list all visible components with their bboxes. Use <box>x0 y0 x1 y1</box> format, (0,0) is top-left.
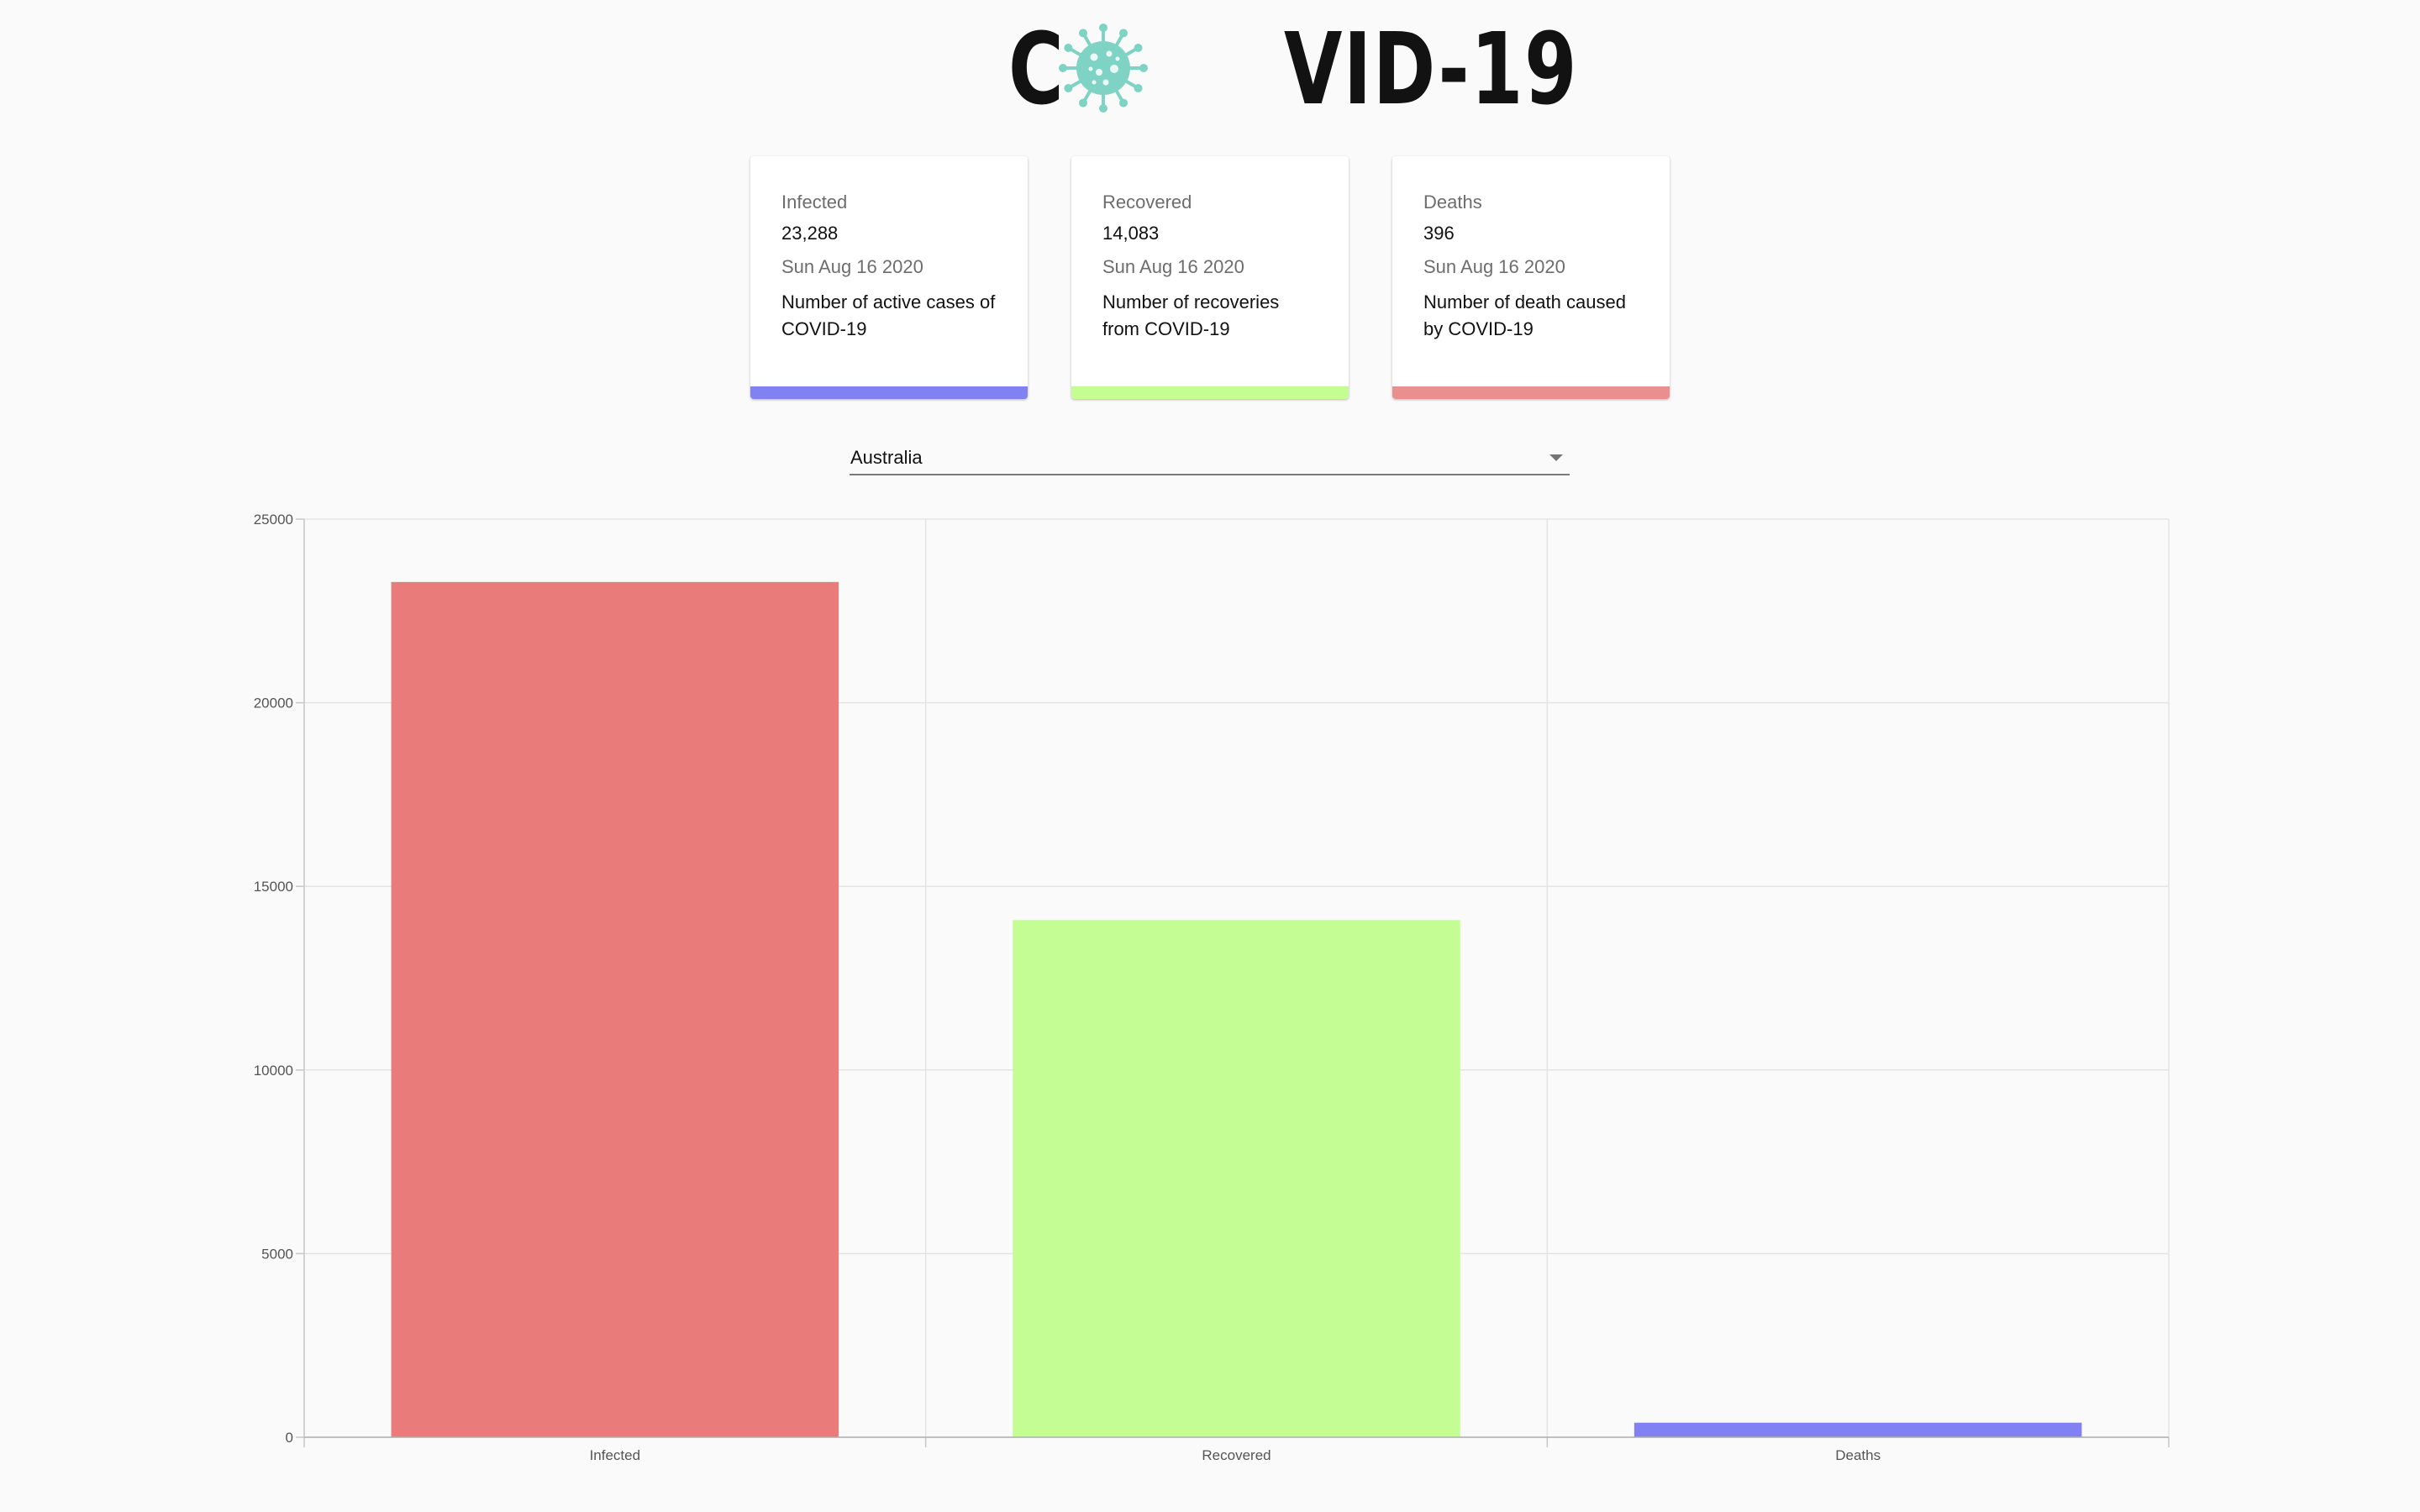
bar-recovered <box>1013 920 1460 1437</box>
x-tick-label: Infected <box>590 1447 641 1463</box>
y-tick-label: 15000 <box>254 879 293 895</box>
y-tick-label: 20000 <box>254 696 293 711</box>
y-tick-label: 10000 <box>254 1063 293 1079</box>
bar-infected <box>391 581 839 1437</box>
x-tick-label: Deaths <box>1835 1447 1881 1463</box>
y-tick-label: 5000 <box>261 1246 293 1262</box>
cases-bar-chart: 0 5000 10000 15000 20000 25000 Infected Recover… <box>254 512 2170 1463</box>
y-tick-label: 0 <box>286 1430 293 1446</box>
bar-deaths <box>1634 1422 2082 1437</box>
x-tick-label: Recovered <box>1202 1447 1270 1463</box>
y-tick-label: 25000 <box>254 512 293 528</box>
page: C VID-19 Infected 23,288 Sun Aug 16 2020… <box>0 0 2420 1512</box>
